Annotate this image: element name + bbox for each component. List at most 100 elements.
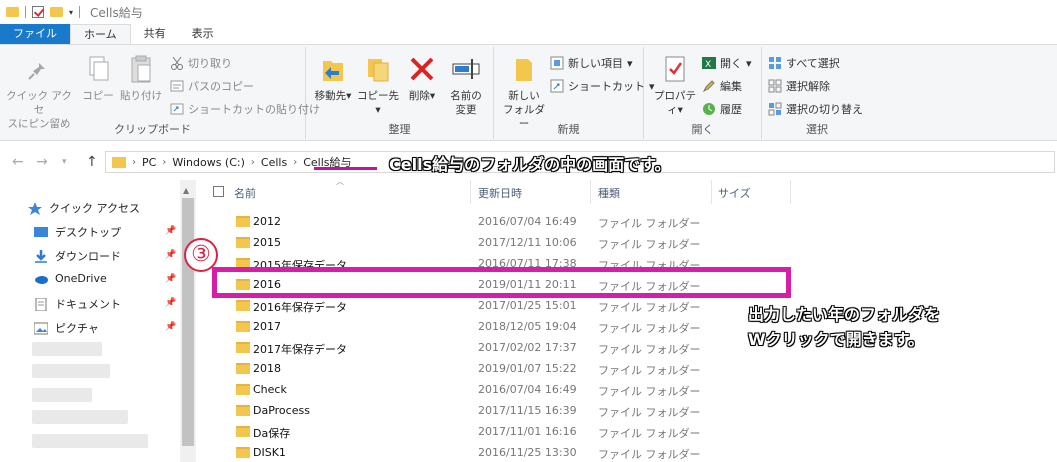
column-name[interactable]: 名前 [234,185,256,201]
ribbon: クイック アクセ スにピン留め コピー 貼り付け 切り取り パスのコピー ショー… [0,45,1057,141]
new-folder-quick-icon[interactable] [50,7,63,17]
file-row[interactable]: 2017年保存データ 2017/02/02 17:37 ファイル フォルダー [228,338,708,358]
pin-icon[interactable]: 📌 [165,322,176,332]
copy-to-button[interactable]: コピー先▾ [356,53,400,117]
file-type: ファイル フォルダー [598,217,701,230]
open-label: 開く [720,57,742,70]
file-row[interactable]: 2016年保存データ 2017/01/25 15:01 ファイル フォルダー [228,296,708,316]
nav-scroll-thumb[interactable] [182,198,194,446]
pin-icon[interactable]: 📌 [165,298,176,308]
paste-shortcut-button[interactable]: ショートカットの貼り付け [170,101,320,117]
instruction-line-1: 出力したい年のフォルダを [748,305,941,324]
file-row[interactable]: 2015 2017/12/11 10:06 ファイル フォルダー [228,233,708,253]
breadcrumb-pc[interactable]: PC [142,156,156,169]
address-folder-icon [112,156,126,168]
new-folder-button[interactable]: 新しい フォルダー [498,53,550,131]
file-name: 2017年保存データ [253,343,347,356]
rename-icon [450,53,482,85]
select-all-checkbox[interactable] [213,186,224,197]
file-row[interactable]: DaProcess 2017/11/15 16:39 ファイル フォルダー [228,401,708,421]
breadcrumb-underline-annotation [314,167,377,170]
delete-button[interactable]: 削除▾ [404,53,440,103]
nav-documents[interactable]: ドキュメント [34,296,121,312]
window-title: Cells給与 [90,5,143,20]
copy-button[interactable]: コピー [80,53,116,103]
paste-button[interactable]: 貼り付け [118,53,164,103]
back-arrow-icon[interactable]: ← [12,154,24,170]
rename-button[interactable]: 名前の 変更 [444,53,488,117]
column-date[interactable]: 更新日時 [478,185,522,201]
column-size[interactable]: サイズ [718,185,751,201]
svg-text:X: X [705,60,711,70]
select-none-icon [768,79,782,93]
nav-downloads-label: ダウンロード [55,250,121,263]
file-name: Da保存 [253,427,291,440]
history-button[interactable]: 履歴 [702,101,742,117]
invert-selection-button[interactable]: 選択の切り替え [768,101,863,117]
paste-label: 貼り付け [120,90,162,102]
pin-icon[interactable]: 📌 [165,250,176,260]
file-date: 2016/07/04 16:49 [478,215,577,228]
folder-icon [236,237,250,248]
copy-to-label: コピー先 [357,90,399,102]
chevron-right-icon[interactable]: › [162,157,166,168]
file-name: 2015 [253,236,281,249]
chevron-right-icon[interactable]: › [293,157,297,168]
open-button[interactable]: X 開く ▾ [702,55,752,71]
chevron-right-icon[interactable]: › [132,157,136,168]
recent-chevron-icon[interactable]: ▾ [62,157,67,167]
column-divider[interactable] [590,180,591,204]
nav-quick-access[interactable]: クイック アクセス [28,200,140,216]
file-row[interactable]: 2012 2016/07/04 16:49 ファイル フォルダー [228,212,708,232]
cut-button[interactable]: 切り取り [170,55,232,71]
file-row[interactable]: 2017 2018/12/05 19:04 ファイル フォルダー [228,317,708,337]
nav-pictures[interactable]: ピクチャ [33,320,99,336]
up-arrow-icon[interactable]: ↑ [86,154,98,170]
desktop-icon [34,226,48,239]
scroll-up-icon[interactable]: ▲ [183,186,189,195]
folder-icon [236,405,250,416]
tab-share[interactable]: 共有 [131,24,179,44]
file-row[interactable]: 2018 2019/01/07 15:22 ファイル フォルダー [228,359,708,379]
copy-path-button[interactable]: パスのコピー [170,78,254,94]
open-group: プロパティ▾ X 開く ▾ 編集 履歴 開く [644,47,762,139]
nav-onedrive[interactable]: OneDrive [34,272,107,285]
column-divider[interactable] [790,180,791,204]
navigation-pane: クイック アクセス デスクトップ 📌 ダウンロード 📌 OneDrive 📌 ド… [0,180,197,462]
copy-to-icon [362,53,394,85]
file-row[interactable]: Da保存 2017/11/01 16:16 ファイル フォルダー [228,422,708,442]
paste-icon [125,53,157,85]
properties-button[interactable]: プロパティ▾ [650,53,700,117]
file-date: 2018/12/05 19:04 [478,320,577,333]
move-to-button[interactable]: 移動先▾ [312,53,354,103]
select-all-button[interactable]: すべて選択 [768,55,840,71]
open-group-label: 開く [691,123,714,136]
customize-toolbar-icon[interactable]: ▾ [69,8,73,17]
file-row[interactable]: Check 2016/07/04 16:49 ファイル フォルダー [228,380,708,400]
cut-label: 切り取り [188,57,232,70]
file-row[interactable]: DISK1 2016/11/25 13:30 ファイル フォルダー [228,443,708,462]
forward-arrow-icon[interactable]: → [36,154,48,170]
folder-icon [236,342,250,353]
tab-home[interactable]: ホーム [70,24,131,44]
column-type[interactable]: 種類 [598,185,620,201]
tab-file[interactable]: ファイル [0,24,70,44]
chevron-right-icon[interactable]: › [251,157,255,168]
pin-icon[interactable]: 📌 [165,274,176,284]
tab-view[interactable]: 表示 [179,24,227,44]
nav-desktop[interactable]: デスクトップ [34,224,121,240]
edit-button[interactable]: 編集 [702,78,742,94]
nav-downloads[interactable]: ダウンロード [34,248,121,264]
rename-label: 名前の 変更 [450,90,482,116]
new-folder-icon [508,53,540,85]
column-divider[interactable] [470,180,471,204]
column-divider[interactable] [711,180,712,204]
new-item-button[interactable]: 新しい項目 ▾ [550,55,633,71]
select-none-button[interactable]: 選択解除 [768,78,830,94]
pin-quick-access-button[interactable]: クイック アクセ スにピン留め [6,53,72,131]
shortcut-button[interactable]: ショートカット ▾ [550,78,655,94]
breadcrumb-cells[interactable]: Cells [261,156,287,169]
breadcrumb-drive[interactable]: Windows (C:) [172,156,245,169]
pin-icon[interactable]: 📌 [165,226,176,236]
properties-check-icon[interactable] [32,6,44,18]
